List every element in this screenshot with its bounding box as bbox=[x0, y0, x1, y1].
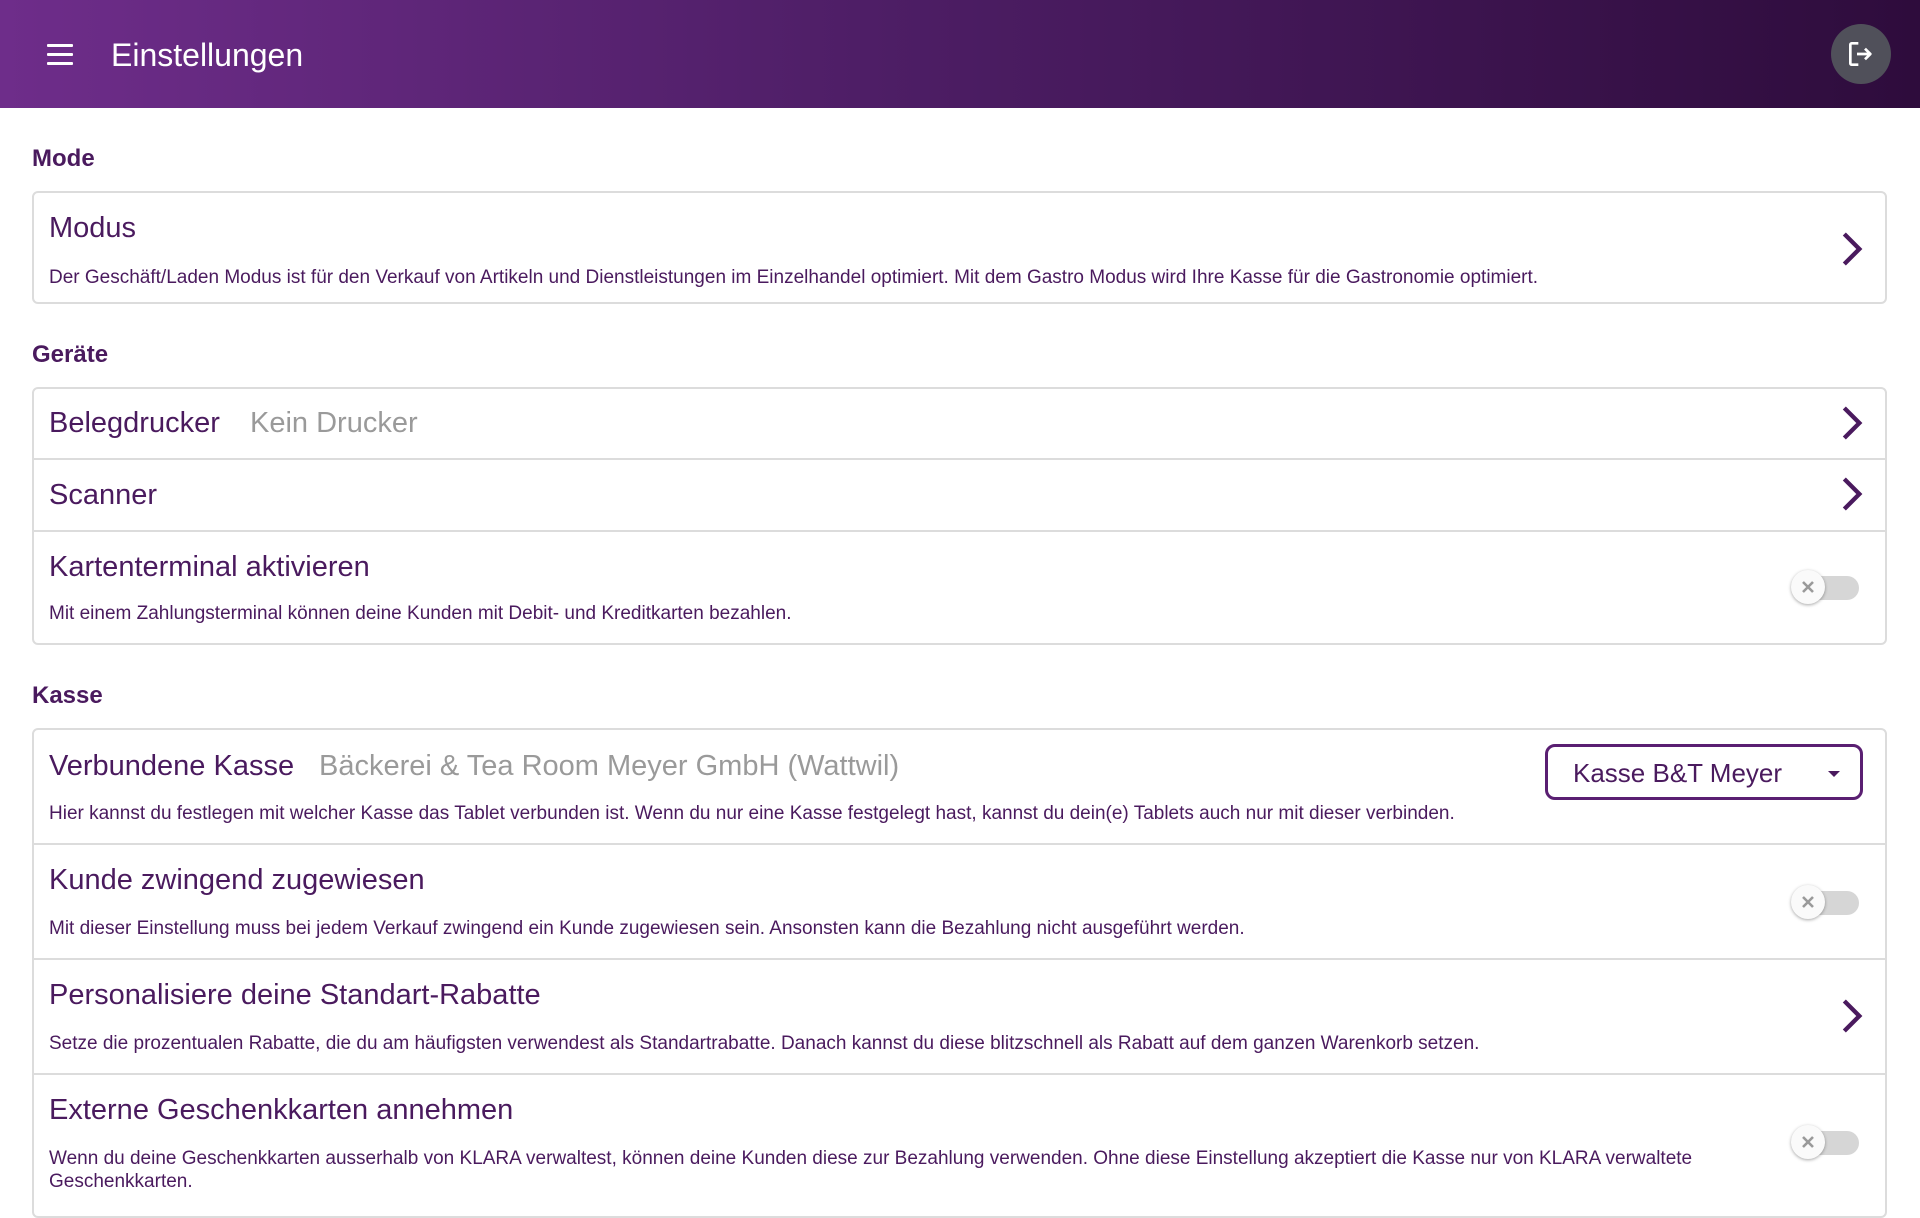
setting-title: Personalisiere deine Standart-Rabatte bbox=[49, 979, 541, 1011]
close-icon bbox=[1802, 896, 1814, 908]
logout-button[interactable] bbox=[1831, 24, 1891, 84]
setting-description: Setze die prozentualen Rabatte, die du a… bbox=[49, 1033, 1480, 1054]
page-title: Einstellungen bbox=[111, 37, 304, 73]
register-select-value: Kasse B&T Meyer bbox=[1573, 758, 1783, 788]
register-select[interactable]: Kasse B&T Meyer bbox=[1545, 744, 1863, 800]
geraete-card: Belegdrucker Kein Drucker Scanner Karten… bbox=[32, 387, 1887, 645]
setting-description: Mit einem Zahlungsterminal können deine … bbox=[49, 603, 792, 624]
close-icon bbox=[1802, 581, 1814, 593]
close-icon bbox=[1802, 1136, 1814, 1148]
menu-button[interactable] bbox=[38, 34, 82, 74]
setting-title: Kunde zwingend zugewiesen bbox=[49, 864, 425, 896]
printer-status: Kein Drucker bbox=[250, 407, 418, 439]
menu-icon-bar bbox=[47, 61, 73, 65]
chevron-right-icon[interactable] bbox=[1831, 229, 1871, 269]
setting-row-scanner[interactable]: Scanner bbox=[34, 460, 1885, 532]
setting-description: Wenn du deine Geschenkkarten ausserhalb … bbox=[49, 1148, 1693, 1192]
geschenkkarten-toggle[interactable] bbox=[1791, 1125, 1863, 1159]
toggle-knob bbox=[1791, 1125, 1825, 1159]
setting-title: Externe Geschenkkarten annehmen bbox=[49, 1094, 514, 1126]
kasse-card: Verbundene Kasse Bäckerei & Tea Room Mey… bbox=[32, 728, 1887, 1218]
setting-row-rabatte[interactable]: Personalisiere deine Standart-Rabatte Se… bbox=[34, 960, 1885, 1075]
setting-description: Der Geschäft/Laden Modus ist für den Ver… bbox=[49, 267, 1539, 288]
setting-title: Verbundene Kasse bbox=[49, 750, 295, 782]
mode-card: Modus Der Geschäft/Laden Modus ist für d… bbox=[32, 191, 1887, 304]
kartenterminal-toggle[interactable] bbox=[1791, 570, 1863, 604]
section-title-geraete: Geräte bbox=[32, 341, 109, 368]
menu-icon-bar bbox=[47, 52, 73, 56]
chevron-down-icon bbox=[1828, 771, 1840, 777]
setting-title: Scanner bbox=[49, 479, 158, 511]
section-title-mode: Mode bbox=[32, 145, 95, 172]
setting-title: Kartenterminal aktivieren bbox=[49, 551, 370, 583]
setting-row-modus[interactable]: Modus Der Geschäft/Laden Modus ist für d… bbox=[34, 193, 1885, 302]
setting-description: Hier kannst du festlegen mit welcher Kas… bbox=[49, 803, 1455, 824]
setting-row-kunde-zwingend: Kunde zwingend zugewiesen Mit dieser Ein… bbox=[34, 845, 1885, 960]
logout-icon bbox=[1849, 42, 1872, 66]
chevron-right-icon[interactable] bbox=[1831, 996, 1871, 1036]
toggle-knob bbox=[1791, 885, 1825, 919]
setting-description: Mit dieser Einstellung muss bei jedem Ve… bbox=[49, 918, 1245, 939]
setting-title: Belegdrucker bbox=[49, 407, 220, 439]
kunde-zwingend-toggle[interactable] bbox=[1791, 885, 1863, 919]
chevron-right-icon[interactable] bbox=[1831, 403, 1871, 443]
menu-icon-bar bbox=[47, 43, 73, 47]
app-header: Einstellungen bbox=[0, 0, 1920, 108]
section-title-kasse: Kasse bbox=[32, 682, 103, 709]
toggle-knob bbox=[1791, 570, 1825, 604]
setting-row-belegdrucker[interactable]: Belegdrucker Kein Drucker bbox=[34, 389, 1885, 460]
setting-row-kartenterminal: Kartenterminal aktivieren Mit einem Zahl… bbox=[34, 532, 1885, 643]
setting-row-geschenkkarten: Externe Geschenkkarten annehmen Wenn du … bbox=[34, 1075, 1885, 1216]
setting-row-verbundene-kasse: Verbundene Kasse Bäckerei & Tea Room Mey… bbox=[34, 730, 1885, 845]
chevron-right-icon[interactable] bbox=[1831, 474, 1871, 514]
setting-title: Modus bbox=[49, 212, 137, 244]
connected-register-name: Bäckerei & Tea Room Meyer GmbH (Wattwil) bbox=[319, 750, 900, 782]
